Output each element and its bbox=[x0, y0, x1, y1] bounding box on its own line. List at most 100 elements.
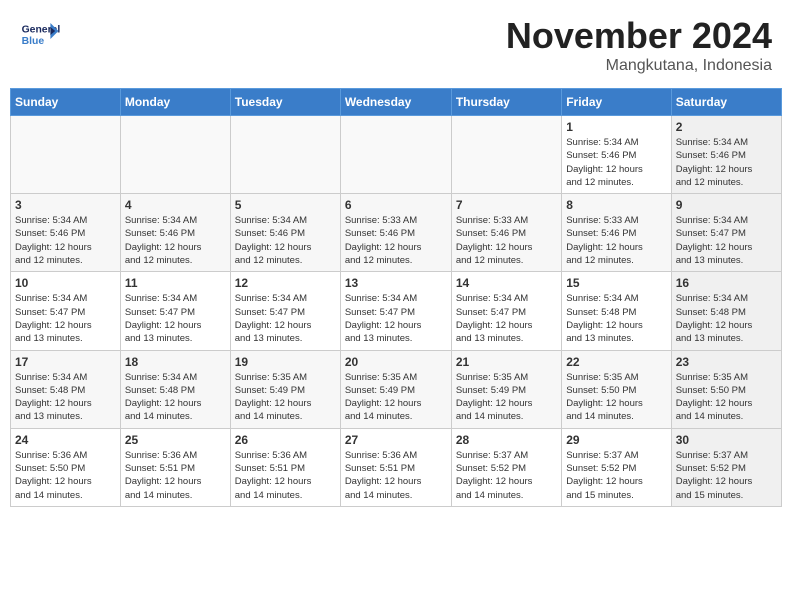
day-number: 14 bbox=[456, 276, 557, 290]
day-info: Sunrise: 5:36 AM Sunset: 5:50 PM Dayligh… bbox=[15, 449, 116, 502]
week-row-3: 10 Sunrise: 5:34 AM Sunset: 5:47 PM Dayli… bbox=[11, 272, 782, 350]
day-number: 29 bbox=[566, 433, 666, 447]
logo-icon: General Blue bbox=[20, 15, 60, 55]
calendar-cell bbox=[11, 116, 121, 194]
calendar-cell: 19 Sunrise: 5:35 AM Sunset: 5:49 PM Dayli… bbox=[230, 350, 340, 428]
day-info: Sunrise: 5:37 AM Sunset: 5:52 PM Dayligh… bbox=[676, 449, 777, 502]
week-row-5: 24 Sunrise: 5:36 AM Sunset: 5:50 PM Dayli… bbox=[11, 428, 782, 506]
day-info: Sunrise: 5:35 AM Sunset: 5:50 PM Dayligh… bbox=[676, 371, 777, 424]
day-info: Sunrise: 5:34 AM Sunset: 5:46 PM Dayligh… bbox=[235, 214, 336, 267]
day-info: Sunrise: 5:35 AM Sunset: 5:49 PM Dayligh… bbox=[345, 371, 447, 424]
page-header: General Blue November 2024 Mangkutana, I… bbox=[10, 10, 782, 80]
day-info: Sunrise: 5:34 AM Sunset: 5:48 PM Dayligh… bbox=[676, 292, 777, 345]
calendar-cell: 13 Sunrise: 5:34 AM Sunset: 5:47 PM Dayli… bbox=[340, 272, 451, 350]
day-number: 11 bbox=[125, 276, 226, 290]
calendar-cell bbox=[451, 116, 561, 194]
day-info: Sunrise: 5:34 AM Sunset: 5:47 PM Dayligh… bbox=[345, 292, 447, 345]
day-number: 16 bbox=[676, 276, 777, 290]
day-info: Sunrise: 5:36 AM Sunset: 5:51 PM Dayligh… bbox=[345, 449, 447, 502]
calendar-cell: 6 Sunrise: 5:33 AM Sunset: 5:46 PM Daylig… bbox=[340, 194, 451, 272]
col-header-sunday: Sunday bbox=[11, 89, 121, 116]
day-number: 4 bbox=[125, 198, 226, 212]
day-number: 13 bbox=[345, 276, 447, 290]
day-info: Sunrise: 5:34 AM Sunset: 5:48 PM Dayligh… bbox=[566, 292, 666, 345]
day-number: 23 bbox=[676, 355, 777, 369]
title-section: November 2024 Mangkutana, Indonesia bbox=[506, 15, 772, 75]
week-row-4: 17 Sunrise: 5:34 AM Sunset: 5:48 PM Dayli… bbox=[11, 350, 782, 428]
month-title: November 2024 bbox=[506, 15, 772, 57]
calendar-cell: 1Sunrise: 5:34 AM Sunset: 5:46 PM Daylig… bbox=[562, 116, 671, 194]
day-number: 2 bbox=[676, 120, 777, 134]
day-number: 8 bbox=[566, 198, 666, 212]
calendar-cell: 15 Sunrise: 5:34 AM Sunset: 5:48 PM Dayli… bbox=[562, 272, 671, 350]
day-info: Sunrise: 5:33 AM Sunset: 5:46 PM Dayligh… bbox=[456, 214, 557, 267]
day-number: 3 bbox=[15, 198, 116, 212]
calendar-cell: 29 Sunrise: 5:37 AM Sunset: 5:52 PM Dayli… bbox=[562, 428, 671, 506]
calendar-cell: 25Sunrise: 5:36 AM Sunset: 5:51 PM Dayli… bbox=[120, 428, 230, 506]
col-header-wednesday: Wednesday bbox=[340, 89, 451, 116]
day-number: 26 bbox=[235, 433, 336, 447]
day-number: 22 bbox=[566, 355, 666, 369]
location: Mangkutana, Indonesia bbox=[506, 57, 772, 75]
calendar-cell: 3 Sunrise: 5:34 AM Sunset: 5:46 PM Daylig… bbox=[11, 194, 121, 272]
calendar-cell: 21 Sunrise: 5:35 AM Sunset: 5:49 PM Dayli… bbox=[451, 350, 561, 428]
day-info: Sunrise: 5:34 AM Sunset: 5:47 PM Dayligh… bbox=[15, 292, 116, 345]
day-info: Sunrise: 5:34 AM Sunset: 5:46 PM Dayligh… bbox=[15, 214, 116, 267]
calendar-cell: 30 Sunrise: 5:37 AM Sunset: 5:52 PM Dayli… bbox=[671, 428, 781, 506]
day-number: 27 bbox=[345, 433, 447, 447]
calendar-cell: 4Sunrise: 5:34 AM Sunset: 5:46 PM Daylig… bbox=[120, 194, 230, 272]
day-number: 21 bbox=[456, 355, 557, 369]
day-number: 20 bbox=[345, 355, 447, 369]
day-info: Sunrise: 5:34 AM Sunset: 5:47 PM Dayligh… bbox=[676, 214, 777, 267]
col-header-friday: Friday bbox=[562, 89, 671, 116]
calendar-cell: 9 Sunrise: 5:34 AM Sunset: 5:47 PM Daylig… bbox=[671, 194, 781, 272]
day-number: 17 bbox=[15, 355, 116, 369]
calendar-cell: 5 Sunrise: 5:34 AM Sunset: 5:46 PM Daylig… bbox=[230, 194, 340, 272]
week-row-1: 1Sunrise: 5:34 AM Sunset: 5:46 PM Daylig… bbox=[11, 116, 782, 194]
calendar-cell: 8 Sunrise: 5:33 AM Sunset: 5:46 PM Daylig… bbox=[562, 194, 671, 272]
day-info: Sunrise: 5:35 AM Sunset: 5:50 PM Dayligh… bbox=[566, 371, 666, 424]
day-info: Sunrise: 5:34 AM Sunset: 5:47 PM Dayligh… bbox=[456, 292, 557, 345]
day-number: 12 bbox=[235, 276, 336, 290]
calendar-cell: 20 Sunrise: 5:35 AM Sunset: 5:49 PM Dayli… bbox=[340, 350, 451, 428]
day-info: Sunrise: 5:34 AM Sunset: 5:47 PM Dayligh… bbox=[235, 292, 336, 345]
calendar-cell: 12 Sunrise: 5:34 AM Sunset: 5:47 PM Dayli… bbox=[230, 272, 340, 350]
calendar-cell: 23 Sunrise: 5:35 AM Sunset: 5:50 PM Dayli… bbox=[671, 350, 781, 428]
day-info: Sunrise: 5:34 AM Sunset: 5:48 PM Dayligh… bbox=[15, 371, 116, 424]
col-header-saturday: Saturday bbox=[671, 89, 781, 116]
day-number: 19 bbox=[235, 355, 336, 369]
day-number: 18 bbox=[125, 355, 226, 369]
calendar-cell: 26Sunrise: 5:36 AM Sunset: 5:51 PM Dayli… bbox=[230, 428, 340, 506]
week-row-2: 3 Sunrise: 5:34 AM Sunset: 5:46 PM Daylig… bbox=[11, 194, 782, 272]
day-number: 30 bbox=[676, 433, 777, 447]
calendar-cell: 7Sunrise: 5:33 AM Sunset: 5:46 PM Daylig… bbox=[451, 194, 561, 272]
day-info: Sunrise: 5:34 AM Sunset: 5:47 PM Dayligh… bbox=[125, 292, 226, 345]
day-info: Sunrise: 5:33 AM Sunset: 5:46 PM Dayligh… bbox=[566, 214, 666, 267]
day-number: 6 bbox=[345, 198, 447, 212]
svg-text:Blue: Blue bbox=[22, 36, 45, 47]
calendar-cell: 18Sunrise: 5:34 AM Sunset: 5:48 PM Dayli… bbox=[120, 350, 230, 428]
day-number: 15 bbox=[566, 276, 666, 290]
logo: General Blue bbox=[20, 15, 64, 55]
col-header-tuesday: Tuesday bbox=[230, 89, 340, 116]
calendar-cell: 28 Sunrise: 5:37 AM Sunset: 5:52 PM Dayli… bbox=[451, 428, 561, 506]
day-number: 9 bbox=[676, 198, 777, 212]
calendar-cell: 11 Sunrise: 5:34 AM Sunset: 5:47 PM Dayli… bbox=[120, 272, 230, 350]
day-info: Sunrise: 5:33 AM Sunset: 5:46 PM Dayligh… bbox=[345, 214, 447, 267]
day-info: Sunrise: 5:35 AM Sunset: 5:49 PM Dayligh… bbox=[235, 371, 336, 424]
calendar-header-row: SundayMondayTuesdayWednesdayThursdayFrid… bbox=[11, 89, 782, 116]
day-info: Sunrise: 5:37 AM Sunset: 5:52 PM Dayligh… bbox=[456, 449, 557, 502]
day-number: 5 bbox=[235, 198, 336, 212]
day-number: 25 bbox=[125, 433, 226, 447]
day-number: 28 bbox=[456, 433, 557, 447]
calendar-cell: 10 Sunrise: 5:34 AM Sunset: 5:47 PM Dayli… bbox=[11, 272, 121, 350]
calendar-cell bbox=[120, 116, 230, 194]
day-number: 24 bbox=[15, 433, 116, 447]
calendar-cell: 27 Sunrise: 5:36 AM Sunset: 5:51 PM Dayli… bbox=[340, 428, 451, 506]
calendar-cell: 14 Sunrise: 5:34 AM Sunset: 5:47 PM Dayli… bbox=[451, 272, 561, 350]
day-info: Sunrise: 5:35 AM Sunset: 5:49 PM Dayligh… bbox=[456, 371, 557, 424]
col-header-thursday: Thursday bbox=[451, 89, 561, 116]
day-number: 10 bbox=[15, 276, 116, 290]
calendar-cell: 17 Sunrise: 5:34 AM Sunset: 5:48 PM Dayli… bbox=[11, 350, 121, 428]
day-info: Sunrise: 5:37 AM Sunset: 5:52 PM Dayligh… bbox=[566, 449, 666, 502]
